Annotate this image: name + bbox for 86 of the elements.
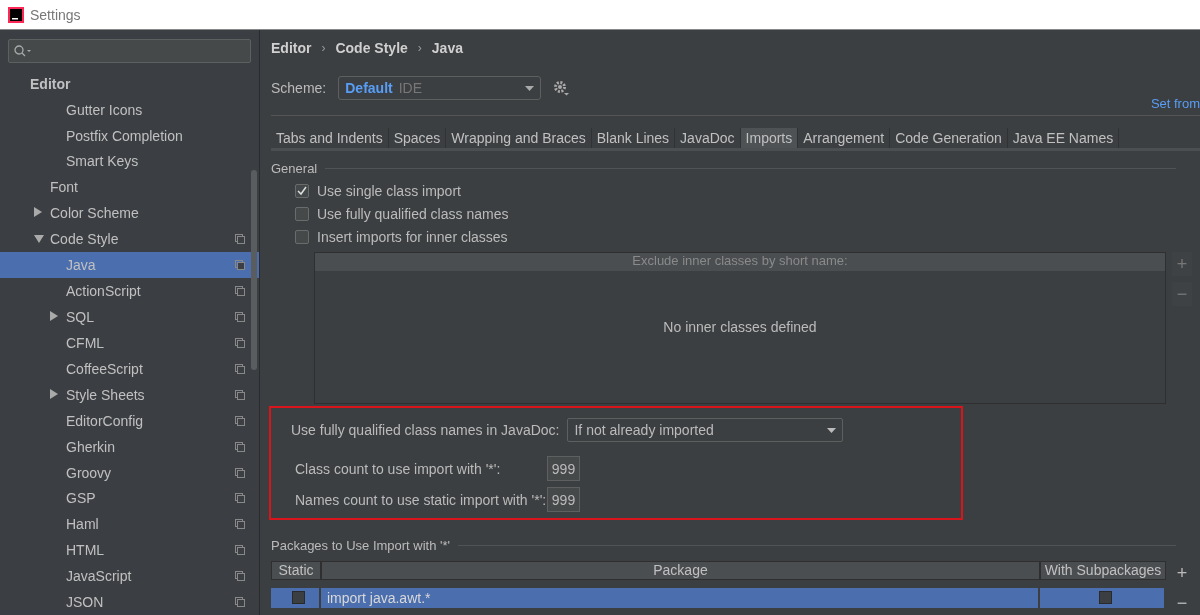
- copy-icon: [235, 312, 245, 322]
- copy-icon: [235, 337, 245, 348]
- table-cell[interactable]: [1040, 587, 1166, 608]
- add-button[interactable]: +: [1172, 561, 1192, 585]
- section-title: General: [271, 160, 318, 176]
- tree-item[interactable]: Color Scheme: [0, 200, 259, 227]
- breadcrumb-separator: ›: [321, 41, 326, 55]
- copy-icon: [235, 415, 245, 426]
- section-title: Packages to Use Import with '*': [271, 538, 451, 553]
- tab[interactable]: Arrangement: [798, 128, 891, 148]
- copy-icon: [235, 571, 245, 582]
- copy-icon: [235, 363, 245, 374]
- copy-icon: [235, 441, 245, 452]
- tab[interactable]: Spaces: [388, 128, 447, 148]
- checkbox[interactable]: [291, 591, 305, 604]
- checkbox-label[interactable]: Insert imports for inner classes: [317, 229, 508, 246]
- number-field[interactable]: 999: [547, 487, 580, 513]
- tree-header[interactable]: Editor: [30, 75, 245, 92]
- tree-item[interactable]: Haml: [0, 511, 259, 538]
- field-label: Class count to use import with '*':: [295, 460, 502, 477]
- tree-item[interactable]: Code Style: [0, 226, 259, 253]
- checkbox[interactable]: [295, 184, 309, 199]
- scheme-dropdown[interactable]: Default IDE: [338, 76, 542, 100]
- checkbox-label[interactable]: Use fully qualified class names: [317, 206, 509, 223]
- copy-icon: [235, 234, 245, 245]
- search-field[interactable]: [8, 39, 251, 63]
- tree-item[interactable]: Gherkin: [0, 433, 259, 460]
- tab[interactable]: Code Generation: [890, 128, 1008, 148]
- column-header[interactable]: Package: [321, 561, 1040, 580]
- tab[interactable]: Blank Lines: [591, 128, 676, 148]
- copy-icon: [235, 286, 245, 297]
- tree-item[interactable]: Groovy: [0, 459, 259, 486]
- window-title: Settings: [30, 6, 81, 23]
- empty-text: No inner classes defined: [663, 318, 817, 335]
- tree-item[interactable]: Smart Keys: [0, 148, 259, 175]
- copy-icon: [235, 545, 245, 556]
- field-label: Names count to use static import with '*':: [295, 491, 547, 508]
- field-label: Use fully qualified class names in JavaDoc:: [291, 422, 560, 439]
- column-header[interactable]: Static: [271, 561, 321, 580]
- checkbox[interactable]: [1098, 591, 1112, 604]
- tree-item[interactable]: EditorConfig: [0, 407, 259, 434]
- search-icon: [14, 44, 32, 57]
- copy-icon: [235, 519, 245, 530]
- table-cell[interactable]: [271, 587, 321, 608]
- tree-item[interactable]: Postfix Completion: [0, 122, 259, 149]
- tree-item[interactable]: GSP: [0, 485, 259, 512]
- caret-icon: [525, 85, 535, 91]
- checkbox[interactable]: [295, 207, 309, 222]
- javadoc-dropdown[interactable]: If not already imported: [567, 418, 844, 443]
- tree-item[interactable]: Gutter Icons: [0, 96, 259, 123]
- tab[interactable]: Tabs and Indents: [271, 128, 389, 148]
- copy-icon: [235, 597, 245, 608]
- settings-icon[interactable]: [553, 80, 570, 96]
- copy-icon: [235, 260, 245, 271]
- set-from-link[interactable]: Set from: [1150, 96, 1200, 111]
- checkbox-label[interactable]: Use single class import: [317, 183, 461, 200]
- copy-icon: [235, 493, 245, 504]
- tree-item[interactable]: SQL: [0, 304, 259, 330]
- number-field[interactable]: 999: [547, 456, 580, 482]
- tab[interactable]: Imports: [740, 128, 799, 148]
- tab[interactable]: JavaDoc: [675, 128, 741, 148]
- app-logo-icon: [8, 6, 24, 23]
- scheme-label: Scheme:: [271, 80, 327, 96]
- tree-item[interactable]: JSON: [0, 589, 259, 615]
- breadcrumb-separator: ›: [417, 41, 422, 55]
- tree-item[interactable]: Font: [0, 174, 259, 201]
- copy-icon: [235, 389, 245, 400]
- tree-item[interactable]: HTML: [0, 537, 259, 564]
- column-header[interactable]: With Subpackages: [1040, 561, 1166, 580]
- tree-item[interactable]: ActionScript: [0, 278, 259, 305]
- table-cell[interactable]: import java.awt.*: [321, 587, 1040, 608]
- column-header: Exclude inner classes by short name:: [315, 252, 1165, 271]
- tree-item[interactable]: Style Sheets: [0, 381, 259, 408]
- scrollbar-thumb[interactable]: [251, 170, 257, 370]
- tree-item[interactable]: CFML: [0, 330, 259, 356]
- tab[interactable]: Java EE Names: [1007, 128, 1120, 148]
- breadcrumb-item[interactable]: Code Style: [335, 40, 408, 56]
- tree-item[interactable]: JavaScript: [0, 563, 259, 590]
- caret-icon: [827, 427, 837, 433]
- checkbox[interactable]: [295, 230, 309, 245]
- copy-icon: [235, 467, 245, 478]
- breadcrumb-item[interactable]: Java: [431, 40, 463, 56]
- breadcrumb-item[interactable]: Editor: [271, 40, 312, 56]
- remove-button[interactable]: −: [1172, 591, 1192, 615]
- tree-item[interactable]: CoffeeScript: [0, 355, 259, 382]
- tab[interactable]: Wrapping and Braces: [446, 128, 592, 148]
